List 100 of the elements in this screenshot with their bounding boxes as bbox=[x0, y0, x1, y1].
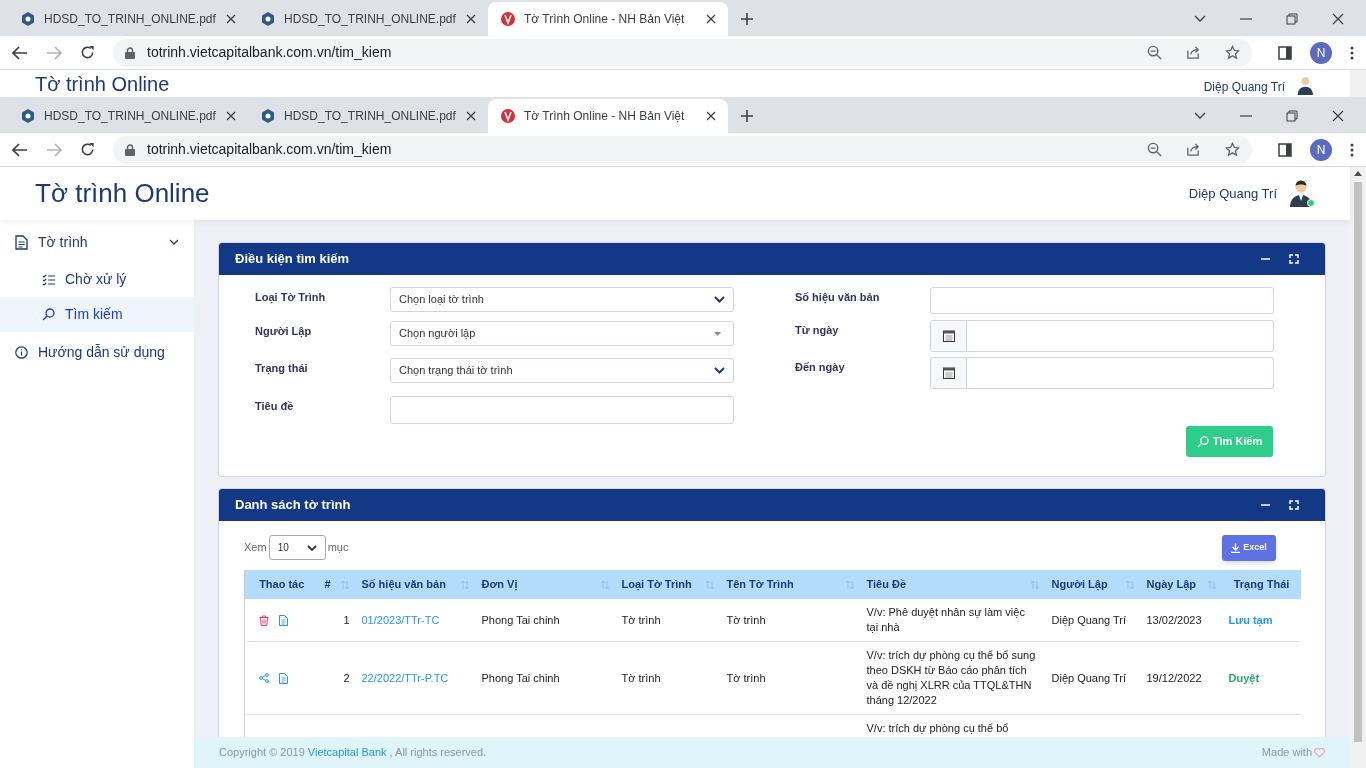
close-icon[interactable] bbox=[466, 14, 476, 24]
zoom-out-icon[interactable] bbox=[1147, 142, 1162, 157]
scroll-up-icon[interactable] bbox=[1354, 171, 1362, 176]
made-with-text: Made with bbox=[1261, 745, 1312, 761]
share-icon[interactable] bbox=[1186, 142, 1201, 157]
more-icon[interactable] bbox=[1350, 45, 1354, 60]
date-field[interactable] bbox=[967, 357, 1274, 389]
date-field[interactable] bbox=[967, 320, 1274, 352]
chevron-icon bbox=[714, 367, 725, 374]
status-text: Lưu tạm bbox=[1228, 613, 1273, 626]
browser-tab[interactable]: Tờ Trình Online - NH Bản Việt bbox=[488, 2, 728, 36]
browser-tab[interactable]: HDSD_TO_TRINH_ONLINE.pdf bbox=[8, 99, 248, 133]
sidebar-item[interactable]: Tìm kiếm bbox=[0, 297, 194, 332]
tab-title: HDSD_TO_TRINH_ONLINE.pdf bbox=[284, 108, 457, 125]
sidebar-item[interactable]: Tờ trình bbox=[0, 222, 194, 262]
side-panel-icon[interactable] bbox=[1278, 45, 1292, 60]
scrollbar[interactable] bbox=[1350, 70, 1366, 97]
back-icon[interactable] bbox=[12, 142, 28, 157]
user-avatar[interactable] bbox=[1297, 76, 1315, 96]
show-label: Xem bbox=[244, 540, 267, 556]
table-cell: Phong Tai chinh bbox=[481, 671, 560, 684]
share-icon[interactable] bbox=[1186, 45, 1201, 60]
tab-title: Tờ Trình Online - NH Bản Việt bbox=[524, 11, 686, 28]
select-field[interactable]: Chọn trạng thái tờ trình bbox=[390, 358, 734, 383]
document-icon[interactable] bbox=[279, 672, 288, 684]
table-cell: V/v: trích dự phòng cụ thể bổ bbox=[866, 722, 1009, 734]
close-icon[interactable] bbox=[1332, 13, 1344, 25]
restore-icon[interactable] bbox=[1286, 110, 1298, 122]
browser-tab[interactable]: HDSD_TO_TRINH_ONLINE.pdf bbox=[8, 2, 248, 36]
browser-tab[interactable]: HDSD_TO_TRINH_ONLINE.pdf bbox=[248, 2, 488, 36]
chevron-down-icon[interactable] bbox=[1194, 112, 1206, 120]
hexagon-icon bbox=[20, 11, 36, 27]
document-icon[interactable] bbox=[279, 614, 288, 626]
logo-icon bbox=[500, 108, 516, 124]
input-field[interactable] bbox=[390, 396, 734, 424]
hexagon-icon bbox=[20, 108, 36, 124]
star-icon[interactable] bbox=[1225, 45, 1240, 60]
app-title: Tờ trình Online bbox=[35, 177, 210, 210]
column-header[interactable]: Tên Tờ Trình bbox=[720, 570, 861, 599]
reload-icon[interactable] bbox=[80, 45, 95, 60]
profile-avatar[interactable]: N bbox=[1310, 41, 1332, 64]
chevron-down-icon[interactable] bbox=[1194, 15, 1206, 23]
calendar-button[interactable] bbox=[930, 357, 967, 389]
column-header[interactable]: Ngày Lập bbox=[1140, 570, 1223, 599]
sidebar-item[interactable]: Hướng dẫn sử dụng bbox=[0, 332, 194, 372]
user-name[interactable]: Diệp Quang Trí bbox=[1203, 78, 1285, 96]
zoom-out-icon[interactable] bbox=[1147, 45, 1162, 60]
side-panel-icon[interactable] bbox=[1278, 142, 1292, 157]
close-icon[interactable] bbox=[706, 14, 716, 24]
column-header[interactable]: # bbox=[318, 570, 356, 599]
fullscreen-icon[interactable] bbox=[1289, 254, 1299, 264]
lock-icon bbox=[125, 143, 135, 156]
page-size-select[interactable]: 10 bbox=[268, 535, 326, 560]
close-icon[interactable] bbox=[706, 111, 716, 121]
close-icon[interactable] bbox=[226, 111, 236, 121]
share-icon[interactable] bbox=[259, 672, 269, 683]
scrollbar[interactable] bbox=[1350, 167, 1366, 768]
caret-icon bbox=[714, 331, 721, 336]
new-tab-icon[interactable] bbox=[740, 109, 754, 123]
select-field[interactable]: Chọn người lập bbox=[390, 321, 734, 346]
user-avatar[interactable] bbox=[1289, 179, 1315, 208]
column-header[interactable]: Người Lập bbox=[1045, 570, 1141, 599]
close-icon[interactable] bbox=[226, 14, 236, 24]
document-icon bbox=[15, 234, 28, 250]
close-icon[interactable] bbox=[1332, 110, 1344, 122]
column-header[interactable]: Loại Tờ Trình bbox=[615, 570, 721, 599]
field-label: Đến ngày bbox=[795, 360, 846, 375]
table-cell: Phong Tai chinh bbox=[481, 613, 560, 626]
trash-icon[interactable] bbox=[259, 614, 269, 626]
address-bar[interactable]: totrinh.vietcapitalbank.com.vn/tim_kiem bbox=[113, 38, 1252, 67]
star-icon[interactable] bbox=[1225, 142, 1240, 157]
close-icon[interactable] bbox=[466, 111, 476, 121]
more-icon[interactable] bbox=[1350, 142, 1354, 157]
status-text: Duyệt bbox=[1228, 671, 1260, 684]
table-cell: Diệp Quang Trí bbox=[1051, 671, 1127, 684]
field-label: Tiêu đề bbox=[255, 399, 295, 414]
tab-title: HDSD_TO_TRINH_ONLINE.pdf bbox=[44, 11, 217, 28]
browser-tab[interactable]: HDSD_TO_TRINH_ONLINE.pdf bbox=[248, 99, 488, 133]
checklist-icon bbox=[42, 273, 55, 286]
info-icon bbox=[15, 345, 28, 359]
sidebar-item[interactable]: Chờ xử lý bbox=[0, 262, 194, 297]
select-field[interactable]: Chọn loại tờ trình bbox=[390, 287, 734, 312]
profile-avatar[interactable]: N bbox=[1310, 138, 1332, 161]
input-field[interactable] bbox=[930, 287, 1274, 314]
address-bar[interactable]: totrinh.vietcapitalbank.com.vn/tim_kiem bbox=[113, 135, 1252, 164]
table-cell: Tờ trình bbox=[621, 613, 661, 626]
column-header[interactable]: Đơn Vị bbox=[475, 570, 616, 599]
fullscreen-icon[interactable] bbox=[1289, 500, 1299, 510]
column-header[interactable]: Số hiệu văn bản bbox=[355, 570, 476, 599]
column-header[interactable]: Tiêu Đề bbox=[860, 570, 1046, 599]
excel-button[interactable]: Excel bbox=[1222, 534, 1276, 561]
table-cell: 1 bbox=[343, 613, 350, 626]
new-tab-icon[interactable] bbox=[740, 12, 754, 26]
back-icon[interactable] bbox=[12, 45, 28, 60]
chevron-icon bbox=[714, 296, 725, 303]
reload-icon[interactable] bbox=[80, 142, 95, 157]
user-name[interactable]: Diệp Quang Trí bbox=[1188, 183, 1277, 204]
calendar-button[interactable] bbox=[930, 320, 967, 352]
browser-tab[interactable]: Tờ Trình Online - NH Bản Việt bbox=[488, 99, 728, 133]
restore-icon[interactable] bbox=[1286, 13, 1298, 25]
